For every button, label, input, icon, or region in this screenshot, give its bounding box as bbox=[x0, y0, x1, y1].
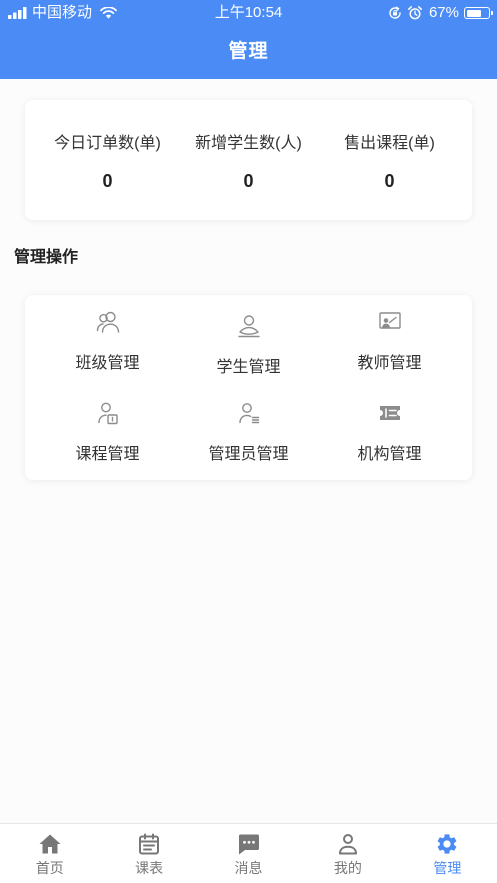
stat-label: 新增学生数(人) bbox=[195, 135, 302, 152]
admin-icon bbox=[236, 400, 262, 426]
battery-nub bbox=[491, 11, 493, 15]
teacher-board-icon bbox=[377, 309, 403, 335]
op-label: 管理员管理 bbox=[208, 446, 289, 463]
calendar-icon bbox=[137, 832, 161, 856]
gear-icon bbox=[435, 832, 459, 856]
op-label: 班级管理 bbox=[75, 355, 140, 372]
op-label: 学生管理 bbox=[216, 359, 281, 376]
stat-value: 0 bbox=[384, 171, 395, 191]
op-label: 课程管理 bbox=[75, 446, 140, 463]
stat-value: 0 bbox=[243, 171, 254, 191]
status-time: 上午10:54 bbox=[214, 4, 283, 21]
tab-label: 管理 bbox=[433, 860, 462, 876]
battery-percent: 67% bbox=[428, 4, 459, 21]
status-left: 中国移动 bbox=[8, 3, 117, 23]
carrier-name: 中国移动 bbox=[32, 4, 93, 21]
signal-icon bbox=[8, 7, 28, 19]
message-icon bbox=[237, 832, 261, 856]
operations-card: 班级管理 学生管理 教师管理 课程管理 管理员管理 机构管理 bbox=[25, 295, 472, 480]
stat-today-orders: 今日订单数(单) 0 bbox=[37, 100, 178, 220]
op-label: 机构管理 bbox=[357, 446, 422, 463]
alarm-icon bbox=[407, 6, 422, 20]
top-bar: 中国移动 上午10:54 67% 管理 bbox=[0, 0, 497, 79]
op-label: 教师管理 bbox=[357, 355, 422, 372]
op-institution-management[interactable]: 机构管理 bbox=[319, 398, 460, 489]
stat-label: 售出课程(单) bbox=[344, 135, 435, 152]
tab-messages[interactable]: 消息 bbox=[199, 824, 298, 883]
op-course-management[interactable]: 课程管理 bbox=[37, 398, 178, 489]
page-title: 管理 bbox=[228, 41, 269, 62]
tab-schedule[interactable]: 课表 bbox=[99, 824, 198, 883]
tab-management[interactable]: 管理 bbox=[398, 824, 497, 883]
status-bar: 中国移动 上午10:54 67% bbox=[0, 0, 497, 25]
tab-label: 消息 bbox=[234, 860, 263, 876]
student-icon bbox=[236, 313, 262, 339]
institution-ticket-icon bbox=[377, 400, 403, 426]
stat-value: 0 bbox=[102, 171, 113, 191]
section-title: 管理操作 bbox=[14, 249, 79, 266]
wifi-icon bbox=[100, 7, 117, 19]
rotation-lock-icon bbox=[388, 6, 402, 20]
battery-fill bbox=[466, 9, 481, 17]
stat-new-students: 新增学生数(人) 0 bbox=[178, 100, 319, 220]
battery-icon bbox=[464, 7, 493, 19]
stat-label: 今日订单数(单) bbox=[54, 135, 161, 152]
status-right: 67% bbox=[382, 3, 493, 23]
op-student-management[interactable]: 学生管理 bbox=[178, 307, 319, 398]
bottom-tab-bar: 首页 课表 消息 我的 管理 bbox=[0, 823, 497, 883]
stats-card: 今日订单数(单) 0 新增学生数(人) 0 售出课程(单) 0 bbox=[25, 100, 472, 220]
tab-mine[interactable]: 我的 bbox=[298, 824, 397, 883]
stat-courses-sold: 售出课程(单) 0 bbox=[319, 100, 460, 220]
class-group-icon bbox=[95, 309, 121, 335]
home-icon bbox=[38, 832, 62, 856]
op-teacher-management[interactable]: 教师管理 bbox=[319, 307, 460, 398]
course-icon bbox=[95, 400, 121, 426]
op-admin-management[interactable]: 管理员管理 bbox=[178, 398, 319, 489]
user-icon bbox=[336, 832, 360, 856]
tab-label: 课表 bbox=[135, 860, 164, 876]
op-class-management[interactable]: 班级管理 bbox=[37, 307, 178, 398]
tab-home[interactable]: 首页 bbox=[0, 824, 99, 883]
tab-label: 首页 bbox=[35, 860, 64, 876]
tab-label: 我的 bbox=[333, 860, 362, 876]
